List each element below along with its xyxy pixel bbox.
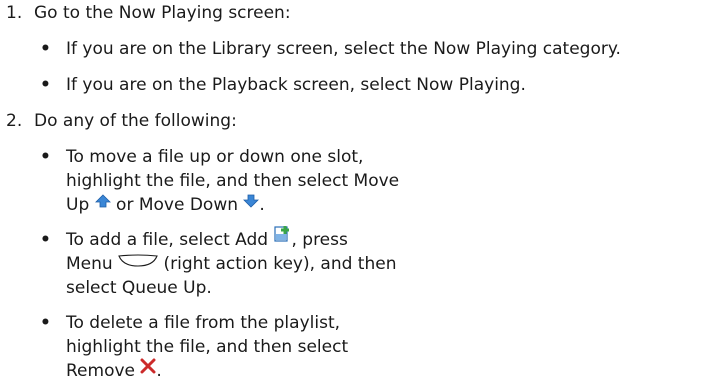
move-bullet-line-2: highlight the file, and then select Move xyxy=(66,171,400,191)
bullet-dot: • xyxy=(40,230,51,250)
step-1-bullet-2: If you are on the Playback screen, selec… xyxy=(66,75,526,95)
move-up-label: Up xyxy=(66,195,90,215)
bullet-dot: • xyxy=(40,39,51,59)
delete-bullet-line-2: highlight the file, and then select xyxy=(66,337,349,357)
add-press-label: , press xyxy=(291,230,348,250)
right-action-key-label: (right action key), and then xyxy=(163,254,397,274)
remove-x-icon xyxy=(140,356,156,382)
right-action-key-icon xyxy=(118,249,158,275)
step-2-text: Do any of the following: xyxy=(34,111,237,131)
add-file-icon xyxy=(273,225,291,251)
move-bullet-line-1: To move a file up or down one slot, xyxy=(66,147,364,167)
move-bullet-period: . xyxy=(259,195,265,215)
remove-label: Remove xyxy=(66,361,135,381)
bullet-dot: • xyxy=(40,313,51,333)
step-1-bullet-1: If you are on the Library screen, select… xyxy=(66,39,621,59)
add-bullet-line-2: Menu (right action key), and then xyxy=(66,251,396,277)
remove-period: . xyxy=(156,361,162,381)
add-label: To add a file, select Add xyxy=(66,230,269,250)
instruction-document: 1. Go to the Now Playing screen: • If yo… xyxy=(0,0,723,381)
delete-bullet-line-1: To delete a file from the playlist, xyxy=(66,313,341,333)
move-down-label: or Move Down xyxy=(116,195,239,215)
bullet-dot: • xyxy=(40,75,51,95)
move-bullet-line-3: Up or Move Down . xyxy=(66,192,265,218)
add-bullet-line-1: To add a file, select Add , press xyxy=(66,225,348,253)
step-2-number: 2. xyxy=(6,111,23,131)
bullet-dot: • xyxy=(40,147,51,167)
move-down-arrow-icon xyxy=(243,190,260,216)
move-up-arrow-icon xyxy=(94,190,111,216)
add-bullet-line-3: select Queue Up. xyxy=(66,278,212,298)
step-1-number: 1. xyxy=(6,3,23,23)
step-1-text: Go to the Now Playing screen: xyxy=(34,3,291,23)
menu-label: Menu xyxy=(66,254,113,274)
